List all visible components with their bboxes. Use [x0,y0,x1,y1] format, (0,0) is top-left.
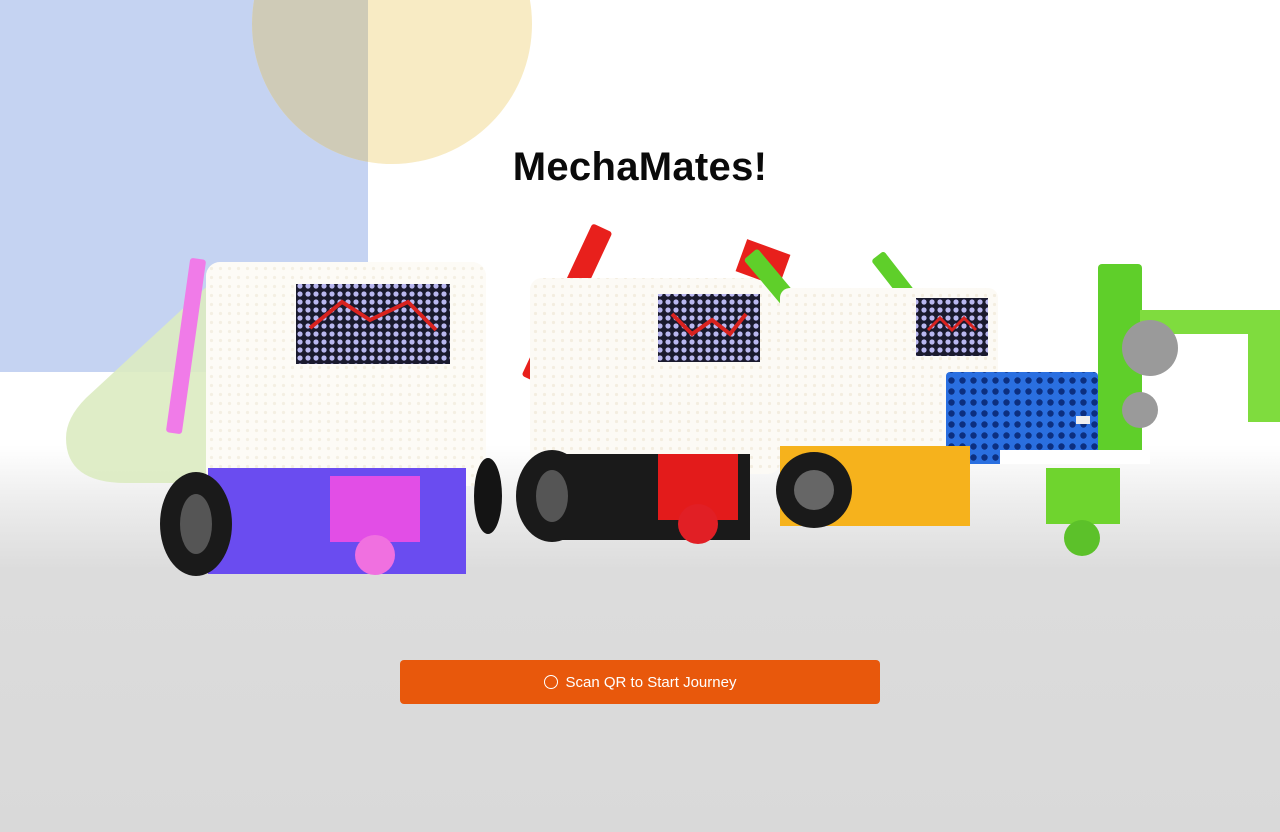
robot-purple [160,258,502,576]
robot-yellow [744,249,1098,528]
robot-red [516,224,791,544]
circle-icon [543,675,558,689]
page-title: MechaMates! [512,144,768,189]
scan-qr-label: Scan QR to Start Journey [565,673,737,691]
decorative-yellow-circle [252,0,532,164]
decorative-overlap [252,0,368,164]
robot-group-image [160,224,1280,576]
scan-qr-button[interactable]: Scan QR to Start Journey [400,660,880,704]
